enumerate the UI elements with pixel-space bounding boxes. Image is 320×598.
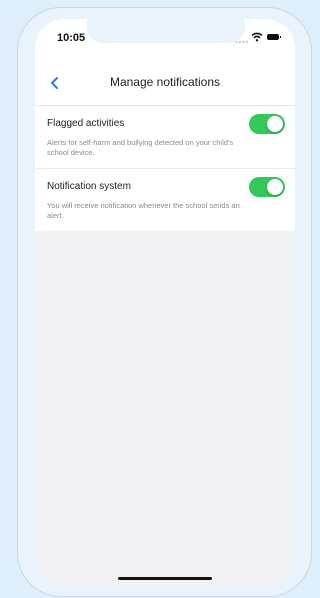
- toggle-knob: [267, 179, 283, 195]
- phone-screen: 10:05 Manage notifications Flagged activ…: [35, 19, 295, 585]
- setting-flagged-activities: Flagged activities Alerts for self-harm …: [35, 106, 295, 168]
- signal-icon: [235, 41, 248, 43]
- home-indicator[interactable]: [118, 577, 212, 580]
- setting-description: You will receive notification whenever t…: [47, 201, 240, 220]
- settings-list: Flagged activities Alerts for self-harm …: [35, 106, 295, 231]
- setting-notification-system: Notification system You will receive not…: [35, 168, 295, 231]
- status-bar: 10:05: [35, 19, 295, 63]
- status-time: 10:05: [57, 32, 86, 44]
- notification-system-toggle[interactable]: [249, 177, 285, 197]
- setting-description: Alerts for self-harm and bullying detect…: [47, 138, 234, 157]
- toggle-knob: [267, 116, 283, 132]
- wifi-icon: [251, 32, 263, 42]
- setting-title: Flagged activities: [47, 118, 125, 129]
- flagged-activities-toggle[interactable]: [249, 114, 285, 134]
- battery-icon: [267, 34, 281, 40]
- device-notch: [87, 19, 245, 43]
- setting-title: Notification system: [47, 181, 131, 192]
- nav-bar: Manage notifications: [35, 63, 295, 106]
- page-title: Manage notifications: [109, 75, 221, 89]
